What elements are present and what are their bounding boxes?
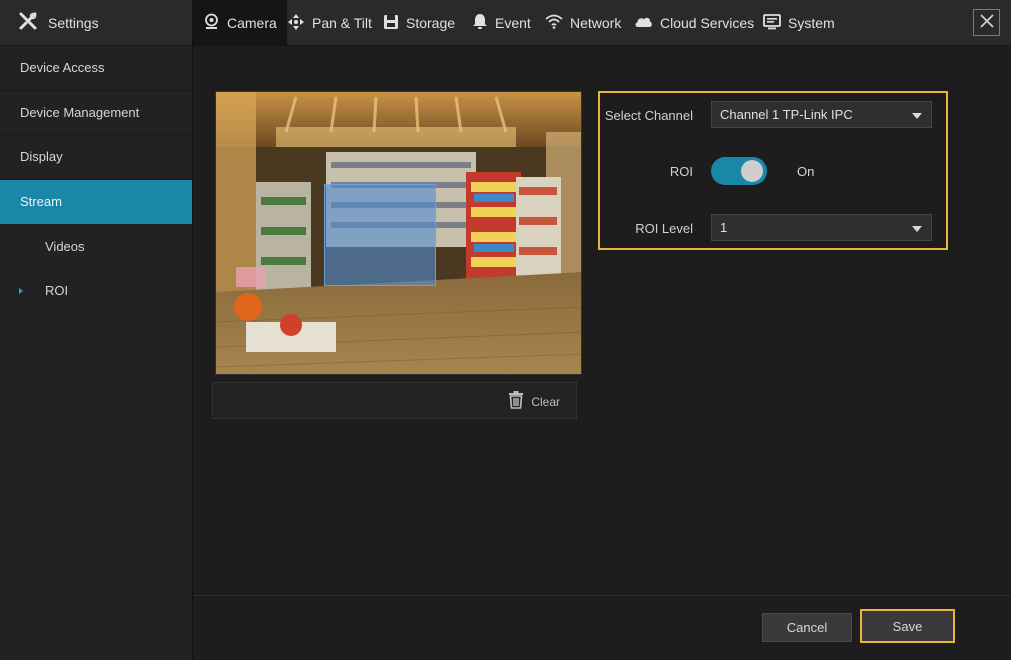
tab-label: Event <box>495 15 531 31</box>
chevron-down-icon <box>912 226 922 232</box>
bell-icon <box>472 13 495 33</box>
tab-system[interactable]: System <box>763 0 835 46</box>
select-channel-label: Select Channel <box>604 108 693 123</box>
sidebar-item-device-access[interactable]: Device Access <box>0 46 192 91</box>
sidebar-item-display[interactable]: Display <box>0 135 192 180</box>
tab-network[interactable]: Network <box>545 0 621 46</box>
channel-select[interactable]: Channel 1 TP-Link IPC <box>711 101 932 128</box>
cloud-icon <box>634 15 660 31</box>
tab-label: Pan & Tilt <box>312 15 372 31</box>
close-button[interactable] <box>973 9 1000 36</box>
roi-toggle-state: On <box>797 164 815 179</box>
roi-toggle[interactable] <box>711 157 767 185</box>
preview-toolbar: Clear <box>212 382 577 419</box>
clear-label: Clear <box>531 394 560 409</box>
close-icon <box>979 14 994 31</box>
tools-icon <box>18 11 38 34</box>
roi-label: ROI <box>669 164 693 179</box>
camera-preview[interactable] <box>215 91 582 375</box>
sidebar-subitem-videos[interactable]: Videos <box>0 224 192 269</box>
tab-label: System <box>788 15 835 31</box>
cancel-button[interactable]: Cancel <box>762 613 852 642</box>
channel-select-value: Channel 1 TP-Link IPC <box>720 107 853 122</box>
sidebar-item-stream[interactable]: Stream <box>0 179 192 224</box>
pan-tilt-icon <box>287 13 312 34</box>
tab-storage[interactable]: Storage <box>383 0 455 46</box>
current-marker-icon <box>19 287 23 294</box>
roi-level-value: 1 <box>720 220 728 235</box>
storage-icon <box>383 14 406 33</box>
sidebar-subitem-label: Videos <box>45 238 85 254</box>
camera-icon <box>203 13 227 33</box>
roi-level-select[interactable]: 1 <box>711 214 932 241</box>
sidebar-subitem-roi[interactable]: ROI <box>0 269 192 314</box>
trash-icon <box>508 391 531 412</box>
sidebar-subitem-label: ROI <box>45 283 69 299</box>
roi-region[interactable] <box>324 184 436 286</box>
tab-label: Camera <box>227 15 277 31</box>
tab-cloud-services[interactable]: Cloud Services <box>634 0 754 46</box>
tab-pan-tilt[interactable]: Pan & Tilt <box>287 0 372 46</box>
tab-label: Storage <box>406 15 456 31</box>
monitor-icon <box>763 13 788 33</box>
tab-camera[interactable]: Camera <box>193 0 287 46</box>
toggle-knob <box>741 160 763 182</box>
top-navigation: Camera Pan & Tilt Storage Event Network … <box>193 0 1011 46</box>
wifi-icon <box>545 14 570 32</box>
chevron-down-icon <box>912 113 922 119</box>
save-button[interactable]: Save <box>860 609 955 643</box>
tab-event[interactable]: Event <box>472 0 531 46</box>
sidebar-item-device-management[interactable]: Device Management <box>0 91 192 135</box>
sidebar: Settings Device Access Device Management… <box>0 0 193 660</box>
tab-label: Network <box>570 15 622 31</box>
sidebar-title: Settings <box>48 14 99 31</box>
sidebar-header: Settings <box>0 0 192 46</box>
tab-label: Cloud Services <box>660 15 755 31</box>
clear-button[interactable]: Clear <box>508 383 560 420</box>
roi-level-label: ROI Level <box>635 221 693 236</box>
